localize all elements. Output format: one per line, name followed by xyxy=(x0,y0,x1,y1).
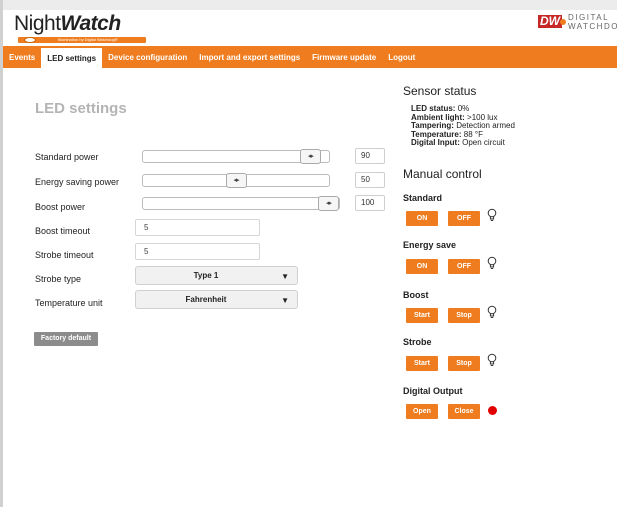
tab-led-settings[interactable]: LED settings xyxy=(41,46,103,68)
strobe-type-select[interactable]: Type 1 ▼ xyxy=(135,266,298,285)
lightbulb-icon xyxy=(487,353,497,366)
sensor-status-title: Sensor status xyxy=(403,84,477,98)
energy-save-group-title: Energy save xyxy=(403,240,457,250)
dw-text-line-1: DIGITAL xyxy=(568,13,610,22)
status-digital-input: Digital Input: Open circuit xyxy=(411,138,505,147)
strobe-stop-button[interactable]: Stop xyxy=(448,356,480,371)
strobe-group-title: Strobe xyxy=(403,337,432,347)
strobe-start-button[interactable]: Start xyxy=(406,356,438,371)
manual-control-title: Manual control xyxy=(403,167,482,181)
logo-tagline: Illumination by Digital Watchdog® xyxy=(58,37,118,42)
boost-timeout-label: Boost timeout xyxy=(35,226,91,236)
slider-thumb-icon[interactable]: ◂▸ xyxy=(225,173,247,188)
chevron-down-icon: ▼ xyxy=(281,272,289,281)
standard-power-label: Standard power xyxy=(35,152,99,162)
boost-timeout-input[interactable]: 5 xyxy=(135,219,260,236)
standard-on-button[interactable]: ON xyxy=(406,211,438,226)
energy-save-on-button[interactable]: ON xyxy=(406,259,438,274)
energy-saving-power-label: Energy saving power xyxy=(35,177,120,187)
tab-events[interactable]: Events xyxy=(3,46,41,68)
tab-firmware-update[interactable]: Firmware update xyxy=(306,46,382,68)
boost-power-slider[interactable]: ◂▸ xyxy=(142,196,340,211)
logo-eye-icon xyxy=(24,37,36,43)
energy-save-off-button[interactable]: OFF xyxy=(448,259,480,274)
slider-thumb-icon[interactable]: ◂▸ xyxy=(318,196,339,211)
standard-power-slider[interactable]: ◂▸ xyxy=(142,149,330,164)
lightbulb-icon xyxy=(487,305,497,318)
page-title: LED settings xyxy=(35,100,127,117)
slider-thumb-icon[interactable]: ◂▸ xyxy=(299,149,321,164)
strobe-type-label: Strobe type xyxy=(35,274,82,284)
factory-default-button[interactable]: Factory default xyxy=(34,332,98,346)
strobe-timeout-input[interactable]: 5 xyxy=(135,243,260,260)
boost-power-value[interactable]: 100 xyxy=(355,195,385,211)
temperature-unit-select[interactable]: Fahrenheit ▼ xyxy=(135,290,298,309)
dw-dot-icon xyxy=(560,19,566,25)
tab-device-configuration[interactable]: Device configuration xyxy=(102,46,193,68)
logo-word-light: Night xyxy=(14,12,61,35)
boost-power-label: Boost power xyxy=(35,202,86,212)
standard-power-value[interactable]: 90 xyxy=(355,148,385,164)
digital-output-open-button[interactable]: Open xyxy=(406,404,438,419)
dw-mark: DW xyxy=(538,14,562,28)
digital-output-group-title: Digital Output xyxy=(403,386,463,396)
standard-group-title: Standard xyxy=(403,193,443,203)
strobe-timeout-label: Strobe timeout xyxy=(35,250,94,260)
energy-saving-power-value[interactable]: 50 xyxy=(355,172,385,188)
temperature-unit-label: Temperature unit xyxy=(35,298,103,308)
window-left-edge xyxy=(0,0,3,507)
lightbulb-icon xyxy=(487,208,497,221)
main-nav: Events LED settings Device configuration… xyxy=(3,46,617,68)
boost-start-button[interactable]: Start xyxy=(406,308,438,323)
temperature-unit-value: Fahrenheit xyxy=(185,295,227,304)
red-status-dot-icon xyxy=(488,406,497,415)
nightwatch-logo: NightWatch Illumination by Digital Watch… xyxy=(14,13,154,43)
tab-logout[interactable]: Logout xyxy=(382,46,421,68)
boost-group-title: Boost xyxy=(403,290,429,300)
chevron-down-icon: ▼ xyxy=(281,296,289,305)
boost-stop-button[interactable]: Stop xyxy=(448,308,480,323)
digital-output-close-button[interactable]: Close xyxy=(448,404,480,419)
window-top-strip xyxy=(0,0,617,10)
logo-word-bold: Watch xyxy=(60,12,122,35)
tab-import-export-settings[interactable]: Import and export settings xyxy=(193,46,306,68)
sensor-status-list: LED status: 0% Ambient light: >100 lux T… xyxy=(411,104,515,148)
strobe-type-value: Type 1 xyxy=(193,271,219,280)
lightbulb-icon xyxy=(487,256,497,269)
digital-watchdog-logo: DW DIGITAL WATCHDOG xyxy=(538,13,617,33)
energy-saving-power-slider[interactable]: ◂▸ xyxy=(142,173,330,188)
dw-text-line-2: WATCHDOG xyxy=(568,22,617,31)
standard-off-button[interactable]: OFF xyxy=(448,211,480,226)
